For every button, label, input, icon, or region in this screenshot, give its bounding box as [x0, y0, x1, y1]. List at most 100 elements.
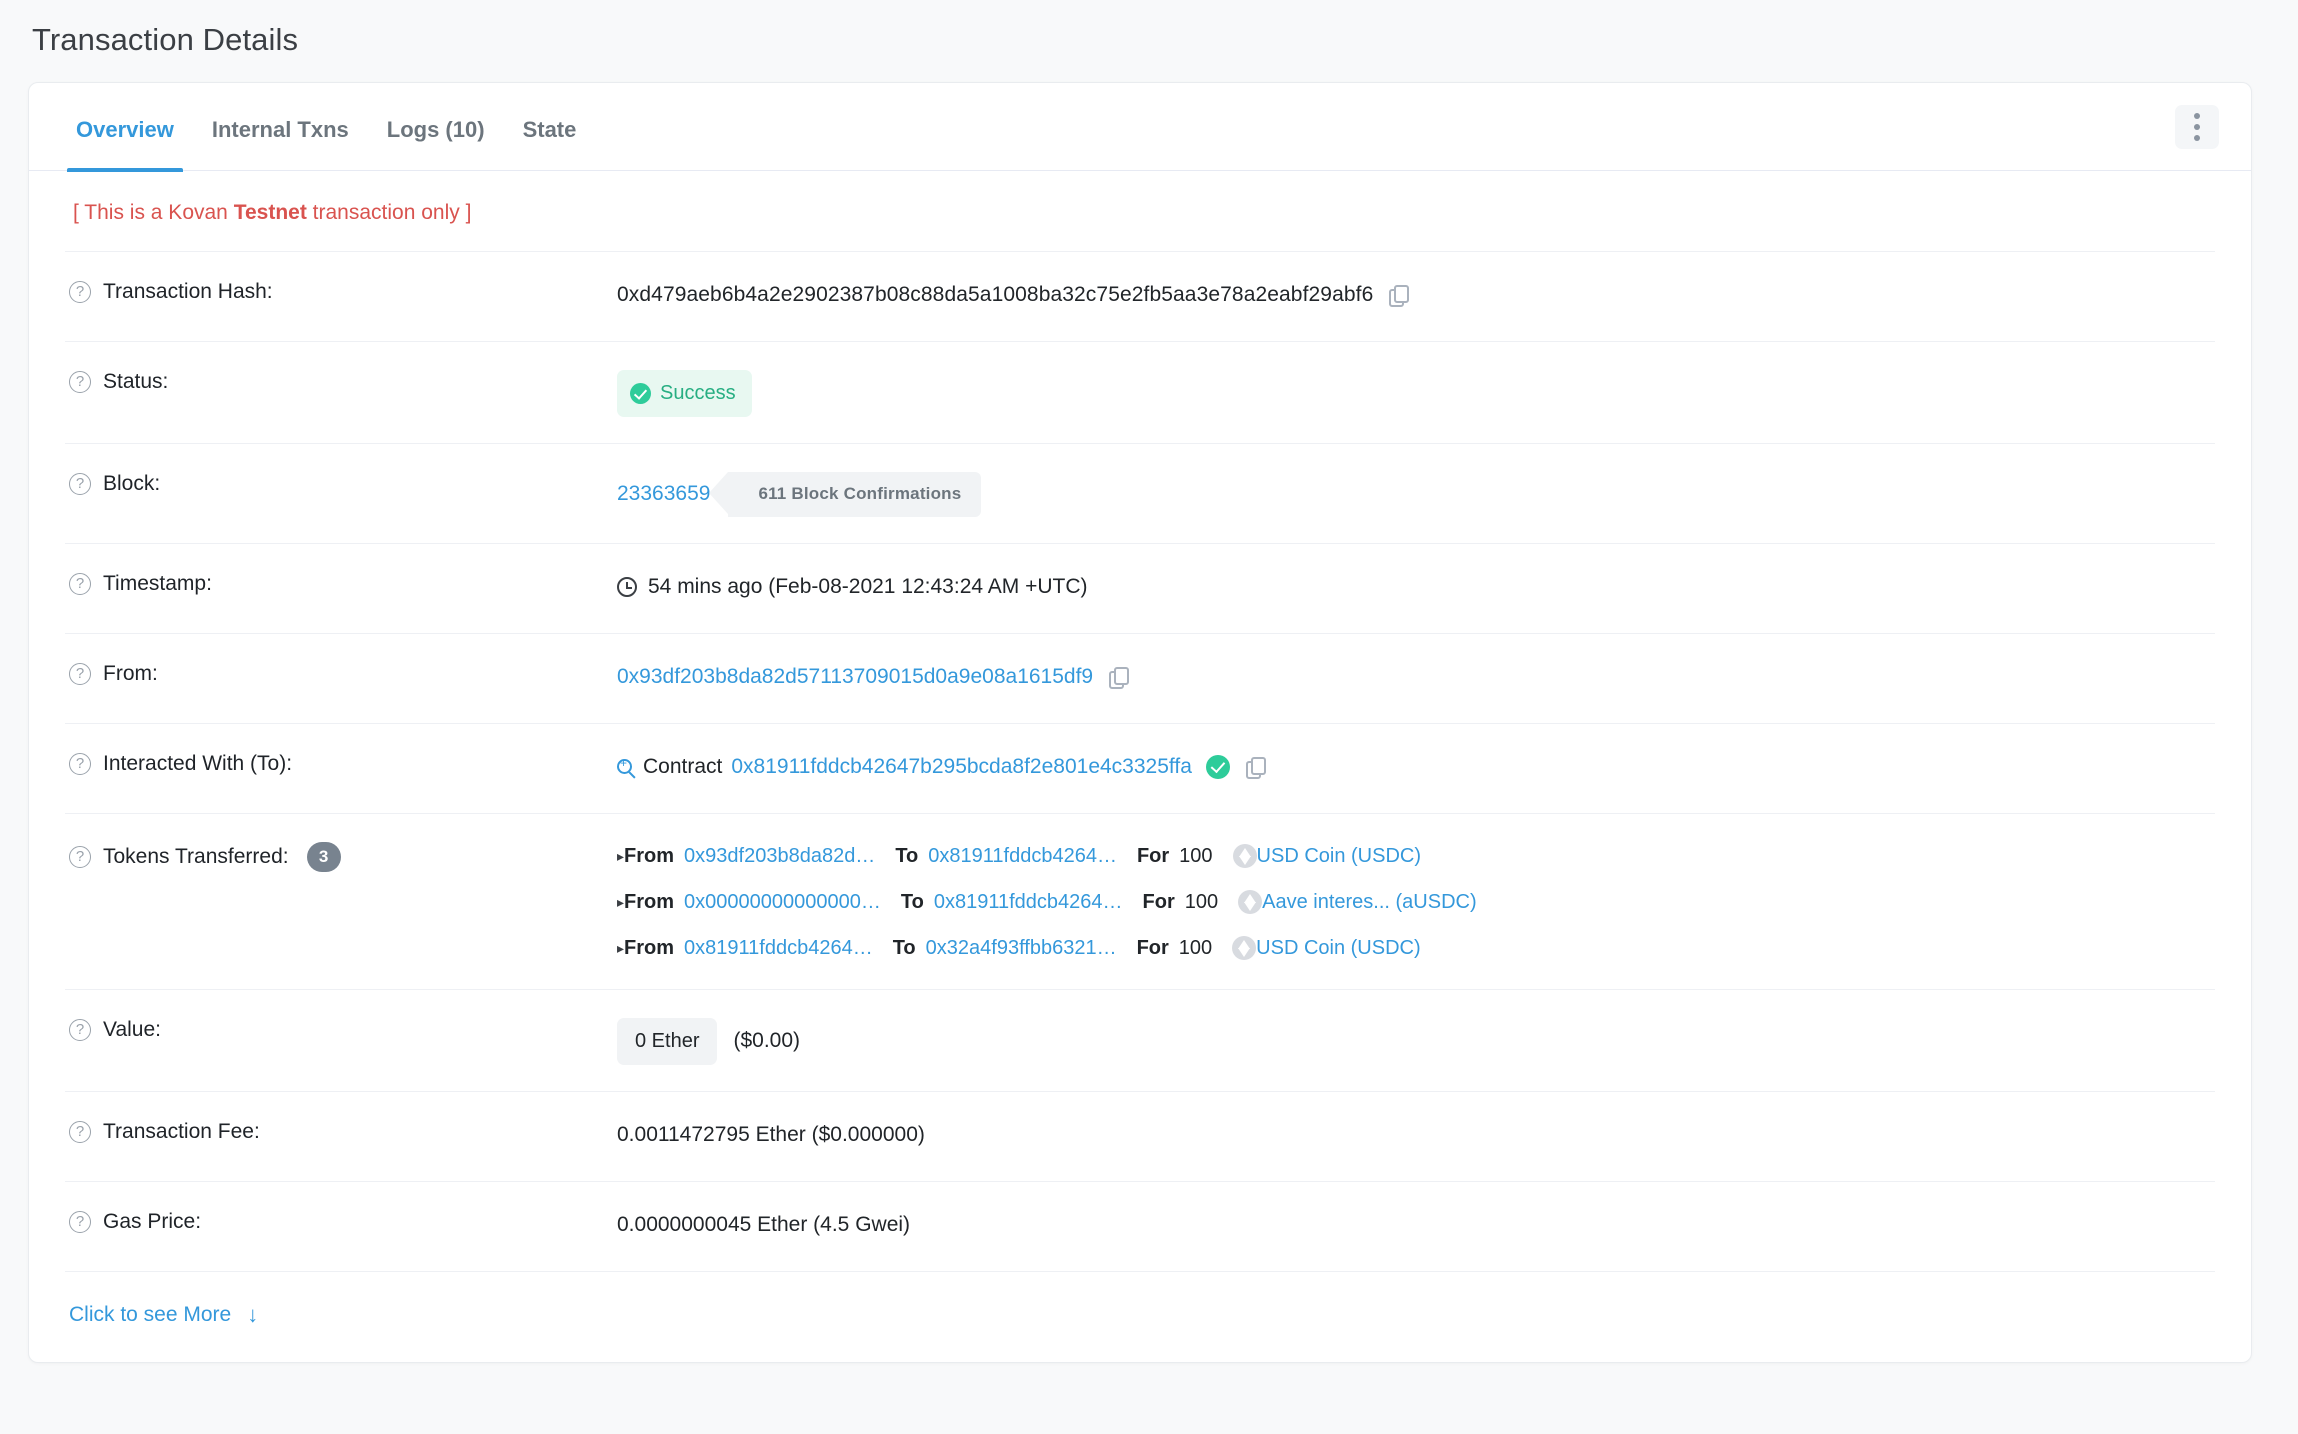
row-tokens-transferred: ? Tokens Transferred: 3 ▸ From 0x93df203…: [65, 812, 2215, 989]
label-text: Status:: [103, 370, 169, 393]
to-word: To: [900, 890, 924, 913]
transfer-to-address[interactable]: 0x81911fddcb4264…: [934, 888, 1123, 917]
for-word: For: [1136, 844, 1170, 867]
token-transfer-row: ▸ From 0x93df203b8da82d… To 0x81911fddcb…: [617, 842, 2215, 871]
label-gas-price: ? Gas Price:: [65, 1208, 617, 1234]
help-icon[interactable]: ?: [69, 1018, 91, 1041]
value-transaction-hash: 0xd479aeb6b4a2e2902387b08c88da5a1008ba32…: [617, 278, 2215, 310]
value-ether: 0 Ether ($0.00): [617, 1016, 2215, 1065]
label-text: Transaction Fee:: [103, 1119, 260, 1143]
label-transaction-hash: ? Transaction Hash:: [65, 278, 617, 304]
click-to-see-more-link[interactable]: Click to see More ↓: [69, 1302, 258, 1328]
label-text: Value:: [103, 1017, 161, 1041]
expand-caret-icon[interactable]: ▸: [617, 892, 624, 912]
label-timestamp: ? Timestamp:: [65, 570, 617, 596]
label-text: Interacted With (To):: [103, 751, 293, 775]
value-block: 23363659 611 Block Confirmations: [617, 470, 2215, 517]
block-confirmations-tag: 611 Block Confirmations: [709, 472, 982, 517]
copy-icon[interactable]: [1389, 285, 1410, 308]
transaction-details-page: Transaction Details Overview Internal Tx…: [0, 0, 2298, 1363]
testnet-banner-emphasis: Testnet: [233, 201, 307, 224]
token-transfer-row: ▸ From 0x81911fddcb4264… To 0x32a4f93ffb…: [617, 934, 2215, 963]
clock-icon: [617, 576, 637, 597]
label-text: Tokens Transferred:: [103, 844, 289, 868]
help-icon[interactable]: ?: [69, 752, 91, 775]
tab-overview[interactable]: Overview: [57, 83, 193, 172]
help-icon[interactable]: ?: [69, 662, 91, 685]
expand-caret-icon[interactable]: ▸: [617, 846, 624, 866]
transfer-from-address[interactable]: 0x81911fddcb4264…: [684, 934, 873, 963]
token-name-link[interactable]: Aave interes... (aUSDC): [1262, 888, 1477, 917]
token-transfer-row: ▸ From 0x00000000000000… To 0x81911fddcb…: [617, 888, 2215, 917]
label-text: From:: [103, 661, 158, 685]
tab-internal-txns[interactable]: Internal Txns: [193, 83, 368, 171]
kebab-dot: [2194, 112, 2200, 119]
transfer-amount: 100: [1184, 890, 1219, 913]
from-word: From: [624, 844, 675, 867]
help-icon[interactable]: ?: [69, 371, 91, 393]
label-status: ? Status:: [65, 368, 617, 394]
row-timestamp: ? Timestamp: 54 mins ago (Feb-08-2021 12…: [65, 542, 2215, 633]
row-transaction-fee: ? Transaction Fee: 0.0011472795 Ether ($…: [65, 1090, 2215, 1181]
tab-bar: Overview Internal Txns Logs (10) State: [29, 83, 2251, 172]
transfer-amount: 100: [1178, 936, 1213, 959]
copy-icon[interactable]: [1245, 756, 1266, 779]
token-name-link[interactable]: USD Coin (USDC): [1256, 934, 1420, 963]
to-word: To: [895, 844, 919, 867]
token-name-link[interactable]: USD Coin (USDC): [1257, 842, 1421, 871]
for-word: For: [1142, 890, 1175, 913]
value-tokens-transferred: ▸ From 0x93df203b8da82d… To 0x81911fddcb…: [617, 840, 2215, 963]
see-more-label: Click to see More: [69, 1302, 232, 1326]
magnifier-icon[interactable]: [617, 756, 632, 775]
transfer-from-address[interactable]: 0x00000000000000…: [684, 888, 881, 917]
tab-logs[interactable]: Logs (10): [368, 83, 504, 171]
block-number-link[interactable]: 23363659: [617, 479, 710, 509]
row-interacted-with: ? Interacted With (To): Contract 0x81911…: [65, 722, 2215, 813]
value-transaction-fee: 0.0011472795 Ether ($0.000000): [617, 1122, 925, 1146]
from-address-link[interactable]: 0x93df203b8da82d57113709015d0a9e08a1615d…: [617, 662, 1093, 692]
expand-caret-icon[interactable]: ▸: [617, 938, 624, 958]
token-icon: [1232, 936, 1257, 961]
help-icon[interactable]: ?: [69, 281, 91, 303]
tokens-count-badge: 3: [306, 841, 341, 872]
for-word: For: [1136, 936, 1169, 959]
tab-state[interactable]: State: [504, 83, 596, 171]
ether-fiat-value: ($0.00): [733, 1028, 801, 1052]
copy-icon[interactable]: [1109, 666, 1130, 689]
help-icon[interactable]: ?: [69, 1120, 91, 1143]
transfer-to-address[interactable]: 0x32a4f93ffbb6321…: [926, 934, 1117, 963]
from-word: From: [624, 890, 675, 913]
transfer-to-address[interactable]: 0x81911fddcb4264…: [928, 842, 1117, 871]
contract-address-link[interactable]: 0x81911fddcb42647b295bcda8f2e801e4c3325f…: [731, 752, 1192, 782]
testnet-banner-prefix: [ This is a Kovan: [73, 201, 234, 224]
verified-contract-icon: [1205, 754, 1230, 779]
transaction-hash-text: 0xd479aeb6b4a2e2902387b08c88da5a1008ba32…: [617, 283, 1374, 306]
contract-word: Contract: [643, 754, 723, 778]
help-icon[interactable]: ?: [69, 1210, 91, 1233]
value-timestamp: 54 mins ago (Feb-08-2021 12:43:24 AM +UT…: [617, 570, 2215, 602]
label-from: ? From:: [65, 660, 617, 686]
kebab-menu-icon[interactable]: [2175, 104, 2219, 149]
to-word: To: [892, 936, 916, 959]
row-transaction-hash: ? Transaction Hash: 0xd479aeb6b4a2e29023…: [65, 251, 2215, 341]
label-value: ? Value:: [65, 1016, 617, 1042]
timestamp-text: 54 mins ago (Feb-08-2021 12:43:24 AM +UT…: [648, 574, 1088, 598]
help-icon[interactable]: ?: [69, 845, 91, 868]
label-block: ? Block:: [65, 470, 617, 496]
kebab-dot: [2194, 123, 2200, 130]
label-text: Gas Price:: [103, 1209, 202, 1233]
row-value: ? Value: 0 Ether ($0.00): [65, 988, 2215, 1091]
arrow-down-icon: ↓: [247, 1301, 259, 1327]
status-badge: Success: [617, 370, 752, 417]
token-icon: [1238, 890, 1263, 915]
testnet-banner: [ This is a Kovan Testnet transaction on…: [29, 171, 2251, 251]
label-text: Transaction Hash:: [103, 280, 273, 303]
token-transfer-list: ▸ From 0x93df203b8da82d… To 0x81911fddcb…: [617, 842, 2215, 963]
transfer-from-address[interactable]: 0x93df203b8da82d…: [684, 842, 875, 871]
row-from: ? From: 0x93df203b8da82d57113709015d0a9e…: [65, 632, 2215, 723]
kebab-dot: [2194, 134, 2200, 141]
check-circle-icon: [630, 383, 651, 404]
value-from: 0x93df203b8da82d57113709015d0a9e08a1615d…: [617, 660, 2215, 692]
help-icon[interactable]: ?: [69, 572, 91, 595]
help-icon[interactable]: ?: [69, 473, 91, 495]
